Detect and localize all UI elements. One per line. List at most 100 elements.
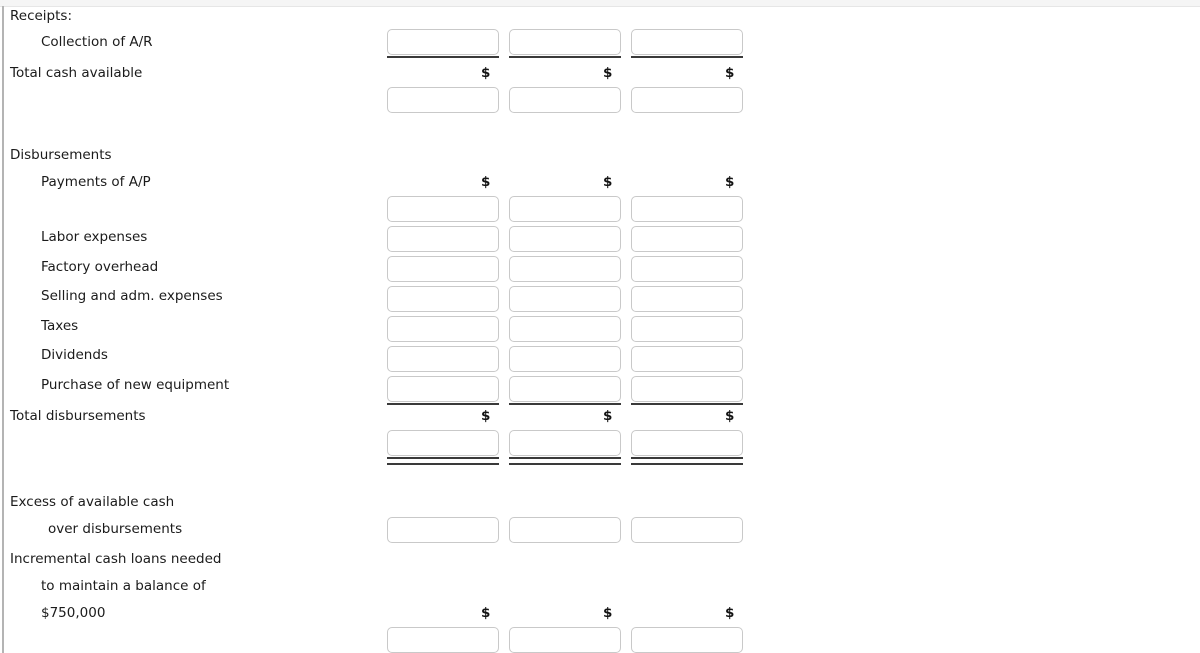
input-cell-over-disbursements-col-1[interactable] xyxy=(387,517,499,543)
input-taxes-col-2[interactable] xyxy=(510,317,620,341)
input-total-cash-available-col-2[interactable] xyxy=(510,88,620,112)
input-payments-of-ap-col-2[interactable] xyxy=(510,197,620,221)
dollar-sign-payments-of-ap-col-2: $ xyxy=(603,174,613,190)
input-dividends-col-3[interactable] xyxy=(632,347,742,371)
dollar-sign-balance-amount-col-3: $ xyxy=(725,605,735,621)
input-cell-total-cash-available-col-3[interactable] xyxy=(631,87,743,113)
input-cell-selling-and-adm-expenses-col-3[interactable] xyxy=(631,286,743,312)
input-selling-and-adm-expenses-col-2[interactable] xyxy=(510,287,620,311)
input-cell-collection-of-ar-col-2[interactable] xyxy=(509,29,621,55)
single-rule-collection-of-ar-col-2 xyxy=(509,56,621,58)
input-cell-taxes-col-2[interactable] xyxy=(509,316,621,342)
input-payments-of-ap-col-3[interactable] xyxy=(632,197,742,221)
single-rule-collection-of-ar-col-1 xyxy=(387,56,499,58)
dollar-sign-payments-of-ap-col-1: $ xyxy=(481,174,491,190)
input-purchase-of-new-equipment-col-3[interactable] xyxy=(632,377,742,401)
input-labor-expenses-col-1[interactable] xyxy=(388,227,498,251)
single-rule-purchase-of-new-equipment-col-3 xyxy=(631,403,743,405)
input-cell-total-cash-available-col-2[interactable] xyxy=(509,87,621,113)
single-rule-purchase-of-new-equipment-col-1 xyxy=(387,403,499,405)
dollar-sign-total-cash-available-col-1: $ xyxy=(481,65,491,81)
input-collection-of-ar-col-2[interactable] xyxy=(510,30,620,54)
input-cell-taxes-col-1[interactable] xyxy=(387,316,499,342)
input-total-cash-available-col-3[interactable] xyxy=(632,88,742,112)
input-purchase-of-new-equipment-col-1[interactable] xyxy=(388,377,498,401)
input-cell-balance-amount-col-3[interactable] xyxy=(631,627,743,653)
input-dividends-col-1[interactable] xyxy=(388,347,498,371)
input-cell-factory-overhead-col-2[interactable] xyxy=(509,256,621,282)
input-cell-factory-overhead-col-1[interactable] xyxy=(387,256,499,282)
input-cell-labor-expenses-col-1[interactable] xyxy=(387,226,499,252)
input-cell-total-disbursements-col-3[interactable] xyxy=(631,430,743,456)
input-cell-dividends-col-2[interactable] xyxy=(509,346,621,372)
dollar-sign-total-cash-available-col-2: $ xyxy=(603,65,613,81)
input-cell-dividends-col-1[interactable] xyxy=(387,346,499,372)
input-total-cash-available-col-1[interactable] xyxy=(388,88,498,112)
input-cell-over-disbursements-col-2[interactable] xyxy=(509,517,621,543)
section-heading-disbursements: Disbursements xyxy=(10,147,112,163)
dollar-sign-balance-amount-col-2: $ xyxy=(603,605,613,621)
dollar-sign-total-disbursements-col-1: $ xyxy=(481,408,491,424)
input-cell-balance-amount-col-1[interactable] xyxy=(387,627,499,653)
input-cell-payments-of-ap-col-2[interactable] xyxy=(509,196,621,222)
row-label-factory-overhead: Factory overhead xyxy=(41,259,159,275)
input-cell-purchase-of-new-equipment-col-3[interactable] xyxy=(631,376,743,402)
row-label-dividends: Dividends xyxy=(41,347,108,363)
input-labor-expenses-col-2[interactable] xyxy=(510,227,620,251)
input-cell-purchase-of-new-equipment-col-1[interactable] xyxy=(387,376,499,402)
dollar-sign-total-cash-available-col-3: $ xyxy=(725,65,735,81)
input-dividends-col-2[interactable] xyxy=(510,347,620,371)
input-cell-payments-of-ap-col-3[interactable] xyxy=(631,196,743,222)
row-label-total-disbursements: Total disbursements xyxy=(10,408,146,424)
row-label-over-disbursements: over disbursements xyxy=(48,521,183,537)
double-rule-total-disbursements-col-2 xyxy=(509,457,621,465)
input-total-disbursements-col-3[interactable] xyxy=(632,431,742,455)
double-rule-total-disbursements-col-1 xyxy=(387,457,499,465)
input-over-disbursements-col-3[interactable] xyxy=(632,518,742,542)
input-collection-of-ar-col-3[interactable] xyxy=(632,30,742,54)
dollar-sign-total-disbursements-col-2: $ xyxy=(603,408,613,424)
input-over-disbursements-col-2[interactable] xyxy=(510,518,620,542)
input-cell-taxes-col-3[interactable] xyxy=(631,316,743,342)
row-label-purchase-of-new-equipment: Purchase of new equipment xyxy=(41,377,230,393)
input-selling-and-adm-expenses-col-3[interactable] xyxy=(632,287,742,311)
input-cell-total-disbursements-col-1[interactable] xyxy=(387,430,499,456)
row-label-payments-of-ap: Payments of A/P xyxy=(41,174,151,190)
row-label-incremental-cash-loans-needed: Incremental cash loans needed xyxy=(10,551,222,567)
input-balance-amount-col-2[interactable] xyxy=(510,628,620,652)
input-cell-collection-of-ar-col-1[interactable] xyxy=(387,29,499,55)
row-label-selling-and-adm-expenses: Selling and adm. expenses xyxy=(41,288,223,304)
input-labor-expenses-col-3[interactable] xyxy=(632,227,742,251)
input-cell-total-cash-available-col-1[interactable] xyxy=(387,87,499,113)
input-cell-labor-expenses-col-2[interactable] xyxy=(509,226,621,252)
input-cell-balance-amount-col-2[interactable] xyxy=(509,627,621,653)
input-factory-overhead-col-2[interactable] xyxy=(510,257,620,281)
input-cell-labor-expenses-col-3[interactable] xyxy=(631,226,743,252)
input-cell-purchase-of-new-equipment-col-2[interactable] xyxy=(509,376,621,402)
input-cell-payments-of-ap-col-1[interactable] xyxy=(387,196,499,222)
input-factory-overhead-col-3[interactable] xyxy=(632,257,742,281)
input-cell-factory-overhead-col-3[interactable] xyxy=(631,256,743,282)
input-over-disbursements-col-1[interactable] xyxy=(388,518,498,542)
input-taxes-col-3[interactable] xyxy=(632,317,742,341)
input-payments-of-ap-col-1[interactable] xyxy=(388,197,498,221)
input-balance-amount-col-3[interactable] xyxy=(632,628,742,652)
input-total-disbursements-col-2[interactable] xyxy=(510,431,620,455)
input-cell-selling-and-adm-expenses-col-2[interactable] xyxy=(509,286,621,312)
input-total-disbursements-col-1[interactable] xyxy=(388,431,498,455)
input-cell-dividends-col-3[interactable] xyxy=(631,346,743,372)
row-label-excess-of-available-cash: Excess of available cash xyxy=(10,494,175,510)
input-factory-overhead-col-1[interactable] xyxy=(388,257,498,281)
input-cell-over-disbursements-col-3[interactable] xyxy=(631,517,743,543)
input-balance-amount-col-1[interactable] xyxy=(388,628,498,652)
input-cell-collection-of-ar-col-3[interactable] xyxy=(631,29,743,55)
input-taxes-col-1[interactable] xyxy=(388,317,498,341)
input-selling-and-adm-expenses-col-1[interactable] xyxy=(388,287,498,311)
input-purchase-of-new-equipment-col-2[interactable] xyxy=(510,377,620,401)
row-label-to-maintain-a-balance-of: to maintain a balance of xyxy=(41,578,206,594)
input-cell-total-disbursements-col-2[interactable] xyxy=(509,430,621,456)
input-cell-selling-and-adm-expenses-col-1[interactable] xyxy=(387,286,499,312)
input-collection-of-ar-col-1[interactable] xyxy=(388,30,498,54)
row-label-labor-expenses: Labor expenses xyxy=(41,229,148,245)
cash-budget-worksheet: Receipts: Collection of A/R Total cash ava… xyxy=(0,0,1200,653)
